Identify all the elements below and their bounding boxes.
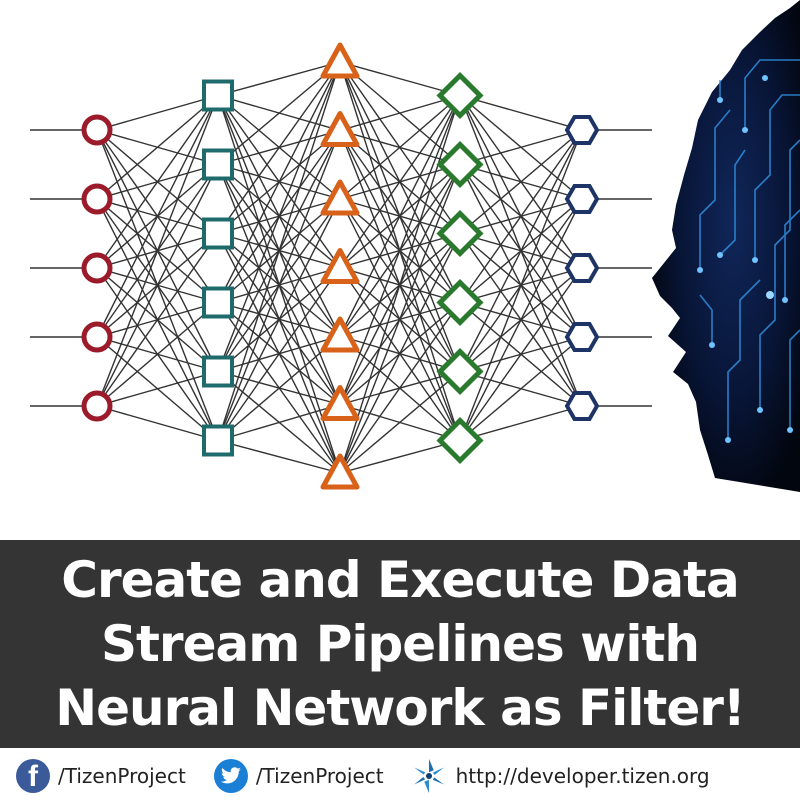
twitter-link[interactable]: /TizenProject bbox=[213, 752, 384, 800]
network-edge bbox=[96, 405, 219, 442]
network-edge bbox=[96, 95, 219, 269]
diamond-node bbox=[436, 347, 484, 396]
neural-network-illustration bbox=[30, 0, 800, 492]
ai-head-image bbox=[652, 0, 800, 492]
square-node bbox=[202, 424, 234, 457]
network-edge bbox=[96, 370, 219, 407]
network-edge bbox=[96, 301, 219, 407]
network-edge bbox=[217, 61, 341, 234]
diamond-node bbox=[436, 209, 484, 258]
network-edge bbox=[459, 129, 583, 441]
circle-node bbox=[81, 390, 113, 422]
hexagon-node bbox=[564, 184, 600, 214]
square-node bbox=[202, 286, 234, 319]
triangle-node bbox=[320, 385, 360, 421]
headline-line-3: Neural Network as Filter! bbox=[55, 679, 745, 737]
diamond-node bbox=[436, 278, 484, 327]
headline-line-2: Stream Pipelines with bbox=[101, 615, 700, 673]
network-edge bbox=[217, 130, 341, 441]
website-url: http://developer.tizen.org bbox=[455, 764, 710, 788]
headline-banner: Create and Execute Data Stream Pipelines… bbox=[0, 540, 800, 748]
triangle-node bbox=[320, 179, 360, 216]
website-link[interactable]: http://developer.tizen.org bbox=[410, 752, 710, 800]
hexagon-node bbox=[564, 322, 600, 352]
hexagon-node bbox=[564, 253, 600, 283]
hexagon-node bbox=[564, 115, 600, 145]
network-edge bbox=[217, 439, 341, 474]
triangle-node bbox=[320, 316, 360, 353]
network-edge bbox=[96, 94, 219, 131]
diamond-node bbox=[436, 416, 484, 465]
network-edge bbox=[217, 61, 341, 303]
network-edge bbox=[459, 267, 583, 441]
network-edge bbox=[96, 95, 219, 407]
network-edge bbox=[459, 129, 583, 235]
triangle-node bbox=[320, 111, 360, 147]
network-edge bbox=[339, 95, 461, 268]
network-edge bbox=[459, 129, 583, 303]
network-edge bbox=[96, 95, 219, 338]
network-edge bbox=[217, 403, 341, 442]
network-edge bbox=[217, 61, 341, 372]
network-edge bbox=[217, 61, 341, 97]
tizen-icon bbox=[413, 758, 444, 794]
network-edge bbox=[339, 302, 461, 474]
circle-node bbox=[81, 114, 113, 146]
square-node bbox=[202, 79, 234, 112]
circle-node bbox=[81, 321, 113, 353]
square-node bbox=[202, 217, 234, 250]
diamond-node bbox=[436, 140, 484, 189]
square-node bbox=[202, 355, 234, 388]
circle-node bbox=[81, 252, 113, 284]
twitter-icon bbox=[213, 759, 248, 793]
triangle-node bbox=[320, 453, 360, 490]
triangle-node bbox=[320, 42, 360, 79]
headline-line-1: Create and Execute Data bbox=[61, 551, 739, 609]
square-node bbox=[202, 148, 234, 181]
facebook-handle: /TizenProject bbox=[58, 764, 186, 788]
triangle-node bbox=[320, 248, 360, 284]
diamond-node bbox=[436, 71, 484, 120]
twitter-handle: /TizenProject bbox=[255, 764, 384, 788]
circle-node bbox=[81, 183, 113, 215]
network-edge bbox=[96, 233, 219, 407]
hexagon-node bbox=[564, 391, 600, 421]
network-edge bbox=[96, 94, 219, 200]
facebook-link[interactable]: f /TizenProject bbox=[16, 752, 186, 800]
facebook-icon: f bbox=[16, 759, 50, 793]
social-footer: f /TizenProject /TizenProject http://dev… bbox=[0, 752, 800, 800]
network-edge bbox=[96, 164, 219, 407]
network-edge bbox=[459, 336, 583, 442]
